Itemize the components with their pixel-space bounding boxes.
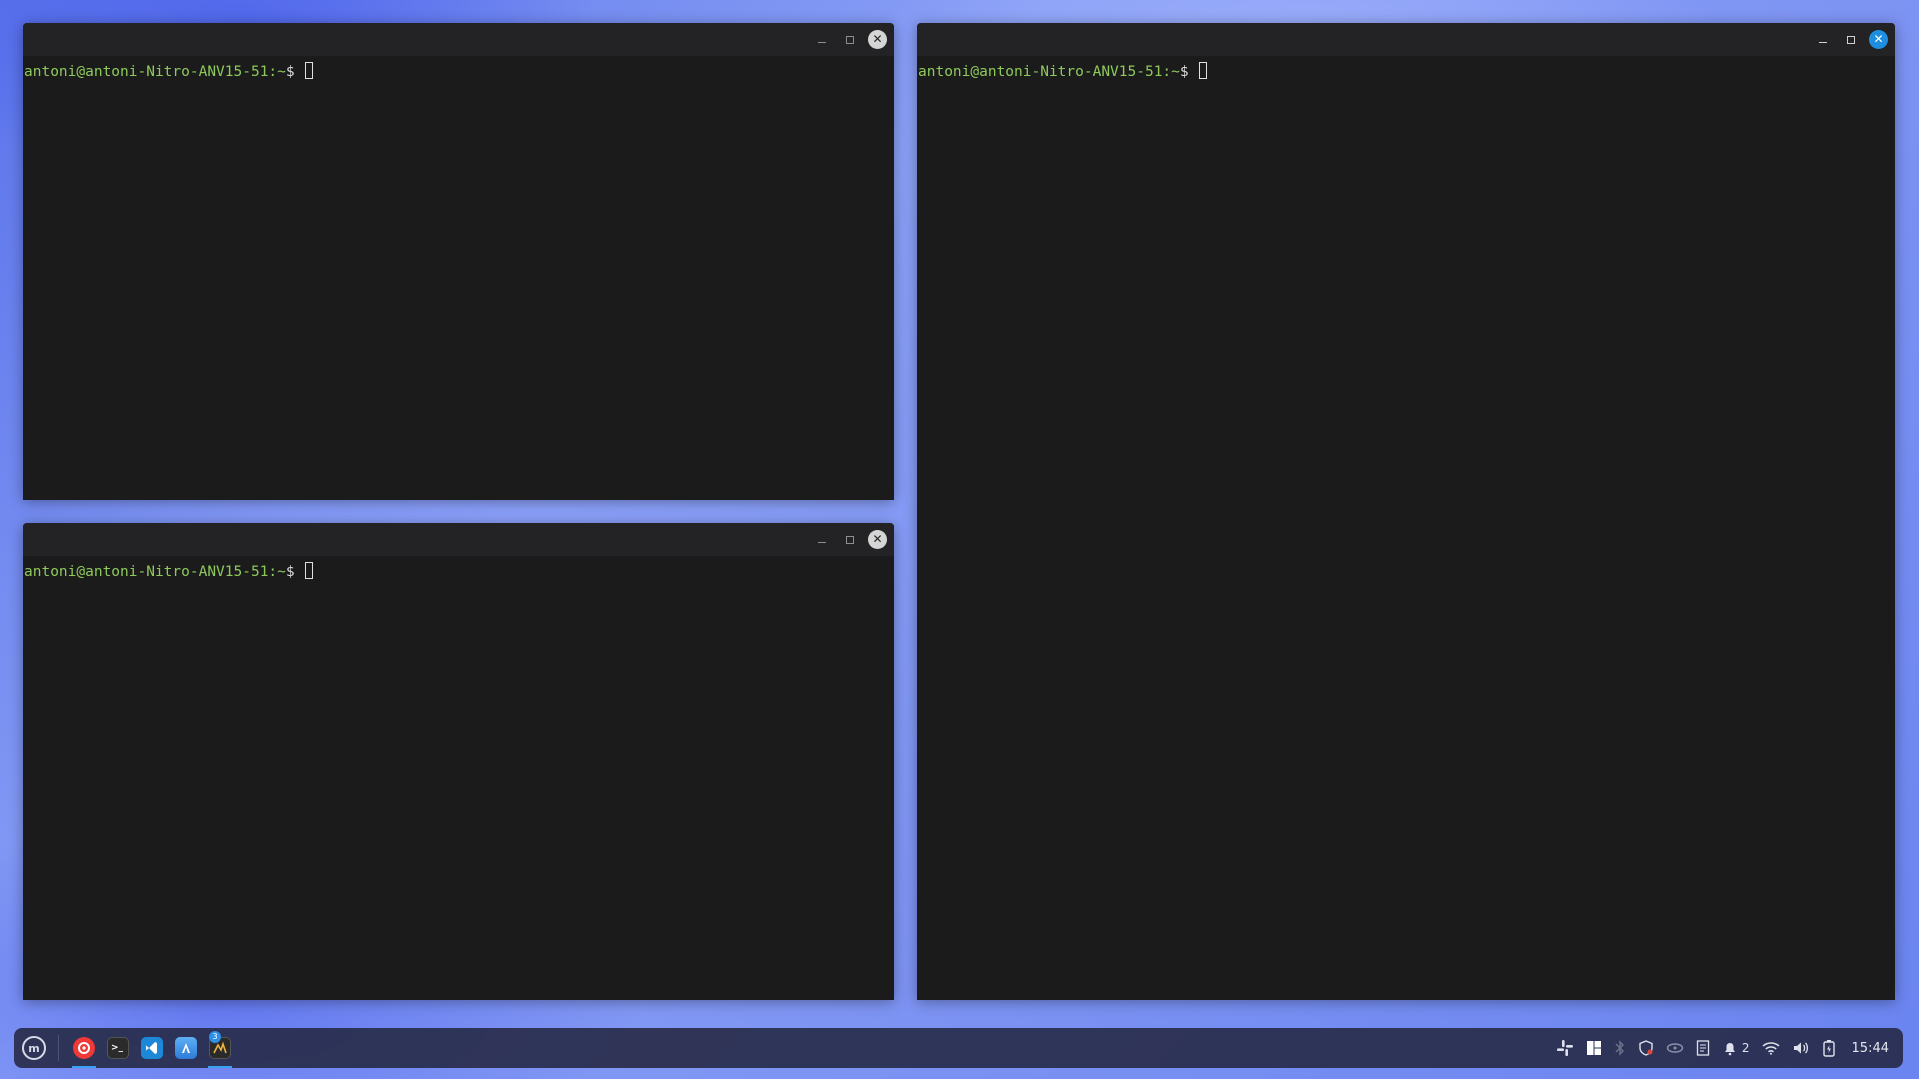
vivaldi-browser-icon: [73, 1037, 95, 1059]
close-icon: ✕: [1873, 32, 1884, 46]
terminal-window-bottom-left[interactable]: ✕ antoni@antoni-Nitro-ANV15-51:~$: [23, 523, 894, 1000]
close-button[interactable]: ✕: [868, 530, 887, 549]
update-shield-icon[interactable]: [1638, 1040, 1654, 1056]
notifications-count: 2: [1741, 1041, 1750, 1055]
prompt-symbol: $: [285, 64, 304, 80]
system-tray: 2 15:44: [1544, 1028, 1903, 1068]
close-button[interactable]: ✕: [868, 30, 887, 49]
battery-icon[interactable]: [1822, 1039, 1836, 1057]
maximize-button[interactable]: [840, 530, 859, 549]
nvidia-gpu-icon[interactable]: [1666, 1041, 1684, 1055]
maximize-button[interactable]: [1841, 30, 1860, 49]
bluetooth-icon[interactable]: [1614, 1040, 1626, 1056]
prompt-user-host: antoni@antoni-Nitro-ANV15-51:~: [918, 64, 1180, 80]
taskbar-app-vivaldi[interactable]: [67, 1028, 101, 1068]
linux-mint-menu-icon[interactable]: m: [22, 1036, 46, 1060]
volume-icon[interactable]: [1792, 1040, 1810, 1056]
taskbar: m >_ 3 2 15:44: [14, 1028, 1903, 1068]
text-cursor: [1199, 62, 1208, 79]
terminal-prompt[interactable]: antoni@antoni-Nitro-ANV15-51:~$: [23, 556, 894, 582]
close-icon: ✕: [872, 32, 883, 46]
minimize-button[interactable]: [812, 30, 831, 49]
terminal-window-top-left[interactable]: ✕ antoni@antoni-Nitro-ANV15-51:~$: [23, 23, 894, 500]
software-manager-icon: [175, 1037, 197, 1059]
notes-icon[interactable]: [1696, 1040, 1710, 1056]
prompt-user-host: antoni@antoni-Nitro-ANV15-51:~: [24, 64, 286, 80]
minimize-button[interactable]: [812, 530, 831, 549]
minimize-icon: [1818, 42, 1827, 43]
maximize-icon: [1846, 35, 1855, 44]
prompt-symbol: $: [1179, 64, 1198, 80]
terminal-titlebar[interactable]: ✕: [23, 523, 894, 556]
prompt-user-host: antoni@antoni-Nitro-ANV15-51:~: [24, 564, 286, 580]
close-button[interactable]: ✕: [1869, 30, 1888, 49]
prompt-symbol: $: [285, 564, 304, 580]
terminal-window-right[interactable]: ✕ antoni@antoni-Nitro-ANV15-51:~$: [917, 23, 1895, 1000]
terminal-titlebar[interactable]: ✕: [917, 23, 1895, 56]
notifications-icon[interactable]: 2: [1722, 1040, 1750, 1056]
taskbar-app-vscode[interactable]: [135, 1028, 169, 1068]
slack-icon[interactable]: [1556, 1039, 1574, 1057]
text-cursor: [305, 62, 314, 79]
taskbar-separator: [58, 1035, 59, 1061]
terminal-titlebar[interactable]: ✕: [23, 23, 894, 56]
minimize-icon: [817, 42, 826, 43]
terminal-prompt[interactable]: antoni@antoni-Nitro-ANV15-51:~$: [23, 56, 894, 82]
minimize-button[interactable]: [1813, 30, 1832, 49]
vscode-icon: [141, 1037, 163, 1059]
close-icon: ✕: [872, 532, 883, 546]
maximize-icon: [845, 35, 854, 44]
taskbar-app-software-manager[interactable]: [169, 1028, 203, 1068]
window-count-badge: 3: [209, 1031, 221, 1043]
maximize-button[interactable]: [840, 30, 859, 49]
tiling-layout-icon[interactable]: [1586, 1040, 1602, 1056]
minimize-icon: [817, 542, 826, 543]
terminal-icon: >_: [107, 1037, 129, 1059]
text-cursor: [305, 562, 314, 579]
terminal-prompt[interactable]: antoni@antoni-Nitro-ANV15-51:~$: [917, 56, 1895, 82]
taskbar-app-terminal[interactable]: >_: [101, 1028, 135, 1068]
maximize-icon: [845, 535, 854, 544]
taskbar-app-system-monitor[interactable]: 3: [203, 1028, 237, 1068]
clock[interactable]: 15:44: [1852, 1041, 1889, 1056]
wifi-icon[interactable]: [1762, 1041, 1780, 1055]
